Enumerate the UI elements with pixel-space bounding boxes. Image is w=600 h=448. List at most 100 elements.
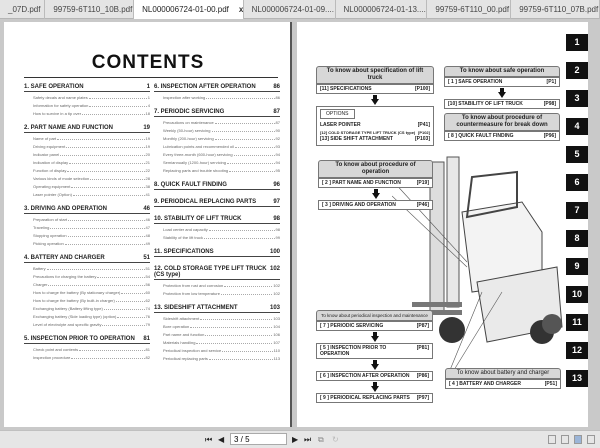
toc-item[interactable]: Operating equipment 38 [33,184,150,189]
link-safe-operation[interactable]: [ 1 ] SAFE OPERATION [P1] [444,77,560,87]
link-side-shift[interactable]: [13] SIDE SHIFT ATTACHMENT [P103] [320,136,430,143]
toc-item[interactable]: Indicator panel 20 [33,152,150,157]
chapter-tab-7[interactable]: 7 [566,202,588,219]
chapter-tab-13[interactable]: 13 [566,370,588,387]
toc-item[interactable]: How to charge the battery (By stationary… [33,290,150,295]
toc-item[interactable]: Inspection after working 86 [163,95,280,100]
toc-item[interactable]: Driving equipment 19 [33,144,150,149]
toc-item[interactable]: Preparation of start 46 [33,217,150,222]
tab-document[interactable]: NL000006724-01-00.pdf x [134,0,244,19]
copy-icon[interactable]: ⧉ [318,435,324,445]
link-battery[interactable]: [ 4 ] BATTERY AND CHARGER [P51] [445,379,561,389]
toc-section-heading[interactable]: 9. PERIODICAL REPLACING PARTS 97 [154,199,280,207]
toc-item[interactable]: Name of part 19 [33,136,150,141]
toc-item[interactable]: Materials handling 107 [163,340,280,345]
toc-item[interactable]: Picking operation 49 [33,241,150,246]
toc-item[interactable]: Part name and function 106 [163,332,280,337]
toc-section-heading[interactable]: 4. BATTERY AND CHARGER 51 [24,255,150,263]
chapter-tab-3[interactable]: 3 [566,90,588,107]
toc-section-heading[interactable]: 6. INSPECTION AFTER OPERATION 86 [154,84,280,92]
prev-page-button[interactable]: ◀ [218,435,224,444]
chapter-tab-6[interactable]: 6 [566,174,588,191]
toc-item[interactable]: Exchanging battery (Battery lifting type… [33,306,150,311]
toc-section-heading[interactable]: 10. STABILITY OF LIFT TRUCK 98 [154,216,280,224]
link-periodical-replacing[interactable]: [ 9 ] PERIODICAL REPLACING PARTS [P97] [316,393,433,403]
toc-item[interactable]: Semiannually (1200-hour) servicing 94 [163,160,280,165]
toc-item[interactable]: Periodical inspection and service 110 [163,348,280,353]
toc-item[interactable]: Safety decals and name plates 1 [33,95,150,100]
toc-section-heading[interactable]: 11. SPECIFICATIONS 100 [154,249,280,257]
toc-item[interactable]: Function of display 22 [33,168,150,173]
toc-item[interactable]: Inspection procedure 82 [33,355,150,360]
toc-item[interactable]: Level of electrolyte and specific gravit… [33,322,150,327]
toc-section-heading[interactable]: 13. SIDESHIFT ATTACHMENT 103 [154,305,280,313]
link-part-name[interactable]: [ 2 ] PART NAME AND FUNCTION [P19] [318,178,433,188]
toc-item[interactable]: Load center and capacity 98 [163,227,280,232]
toc-section-heading[interactable]: 12. COLD STORAGE TYPE LIFT TRUCK (CS typ… [154,266,280,280]
chapter-tab-1[interactable]: 1 [566,34,588,51]
next-page-button[interactable]: ▶ [292,435,298,444]
toc-section-heading[interactable]: 3. DRIVING AND OPERATION 46 [24,206,150,214]
last-page-button[interactable]: ⏭ [304,435,311,445]
link-periodic-servicing[interactable]: [ 7 ] PERIODIC SERVICING [P87] [316,321,433,331]
chapter-tab-12[interactable]: 12 [566,342,588,359]
first-page-button[interactable]: ⏮ [205,435,212,445]
tab-document[interactable]: NL000006724-01-13.... [336,0,428,19]
toc-item[interactable]: Traveling 47 [33,225,150,230]
link-laser-pointer[interactable]: LASER POINTER [P41] [320,122,430,129]
chapter-tab-9[interactable]: 9 [566,258,588,275]
toc-item[interactable]: Replacing parts and trouble shooting 95 [163,168,280,173]
link-specifications[interactable]: [11] SPECIFICATIONS [P100] [316,84,434,94]
toc-item[interactable]: Weekly (50-hour) servicing 90 [163,128,280,133]
chapter-tab-5[interactable]: 5 [566,146,588,163]
toc-section-heading[interactable]: 7. PERIODIC SERVICING 87 [154,109,280,117]
chapter-tab-4[interactable]: 4 [566,118,588,135]
tab-document[interactable]: NL000006724-01-09.... [244,0,336,19]
toc-item[interactable]: Sideshift attachment 103 [163,316,280,321]
chapter-tab-10[interactable]: 10 [566,286,588,303]
toc-item[interactable]: How to charge the battery (By built-in c… [33,298,150,303]
link-inspection-prior[interactable]: [ 5 ] INSPECTION PRIOR TO OPERATION [P81] [316,343,433,359]
toc-item[interactable]: Periodical replacing parts 113 [163,356,280,361]
toc-item[interactable]: Laser pointer (Option) 41 [33,192,150,197]
page-number-input[interactable]: 3 / 5 [230,433,287,445]
toc-section-heading[interactable]: 2. PART NAME AND FUNCTION 19 [24,125,150,133]
toc-section-heading[interactable]: 1. SAFE OPERATION 1 [24,84,150,92]
toc-section-heading[interactable]: 5. INSPECTION PRIOR TO OPERATION 81 [24,336,150,344]
chapter-tab-11[interactable]: 11 [566,314,588,331]
toc-item[interactable]: Indication of display 21 [33,160,150,165]
toc-item[interactable]: Monthly (200-hour) servicing 92 [163,136,280,141]
toc-item[interactable]: Stopping operation 48 [33,233,150,238]
toc-item[interactable]: Stability of the lift truck 99 [163,235,280,240]
tab-document[interactable]: 99759-6T110_10B.pdf [45,0,135,19]
toc-item[interactable]: Charger 56 [33,282,150,287]
tab-document[interactable]: 99759-6T110_00.pdf [427,0,512,19]
link-driving[interactable]: [ 3 ] DRIVING AND OPERATION [P46] [318,200,433,210]
toc-item[interactable]: Protection from rust and corrosion 102 [163,283,280,288]
toc-item[interactable]: Lubrication points and recommended oil 93 [163,144,280,149]
two-page-view-icon[interactable] [574,435,582,444]
toc-item[interactable]: Battery 51 [33,266,150,271]
toc-item[interactable]: Precautions for charging the battery 54 [33,274,150,279]
continuous-view-icon[interactable] [561,435,569,444]
toc-item[interactable]: Every three-month (600-hour) servicing 94 [163,152,280,157]
toc-item[interactable]: Protection from low temperature 102 [163,291,280,296]
chapter-tab-8[interactable]: 8 [566,230,588,247]
single-page-view-icon[interactable] [548,435,556,444]
toc-item[interactable]: Check point and contents 81 [33,347,150,352]
toc-item[interactable]: Exchanging battery (Side loading type) (… [33,314,150,319]
toc-section-heading[interactable]: 8. QUICK FAULT FINDING 96 [154,182,280,190]
toc-item[interactable]: Information for safety operation 4 [33,103,150,108]
two-page-continuous-icon[interactable] [587,435,595,444]
tab-document[interactable]: 99759-6T110_07B.pdf [511,0,600,19]
link-cold-storage[interactable]: [12] COLD STORAGE TYPE LIFT TRUCK (CS ty… [320,129,430,136]
toc-item[interactable]: Bore operation 104 [163,324,280,329]
link-quick-fault[interactable]: [ 8 ] QUICK FAULT FINDING [P96] [444,131,560,141]
link-inspection-after[interactable]: [ 6 ] INSPECTION AFTER OPERATION [P86] [316,371,433,381]
toc-item[interactable]: Various kinds of mode selection 28 [33,176,150,181]
link-stability[interactable]: [10] STABILITY OF LIFT TRUCK [P98] [444,99,560,109]
rotate-icon[interactable]: ↻ [332,435,339,444]
toc-item[interactable]: How to survive in a tip over 18 [33,111,150,116]
chapter-tab-2[interactable]: 2 [566,62,588,79]
toc-item[interactable]: Precautions on maintenance 87 [163,120,280,125]
